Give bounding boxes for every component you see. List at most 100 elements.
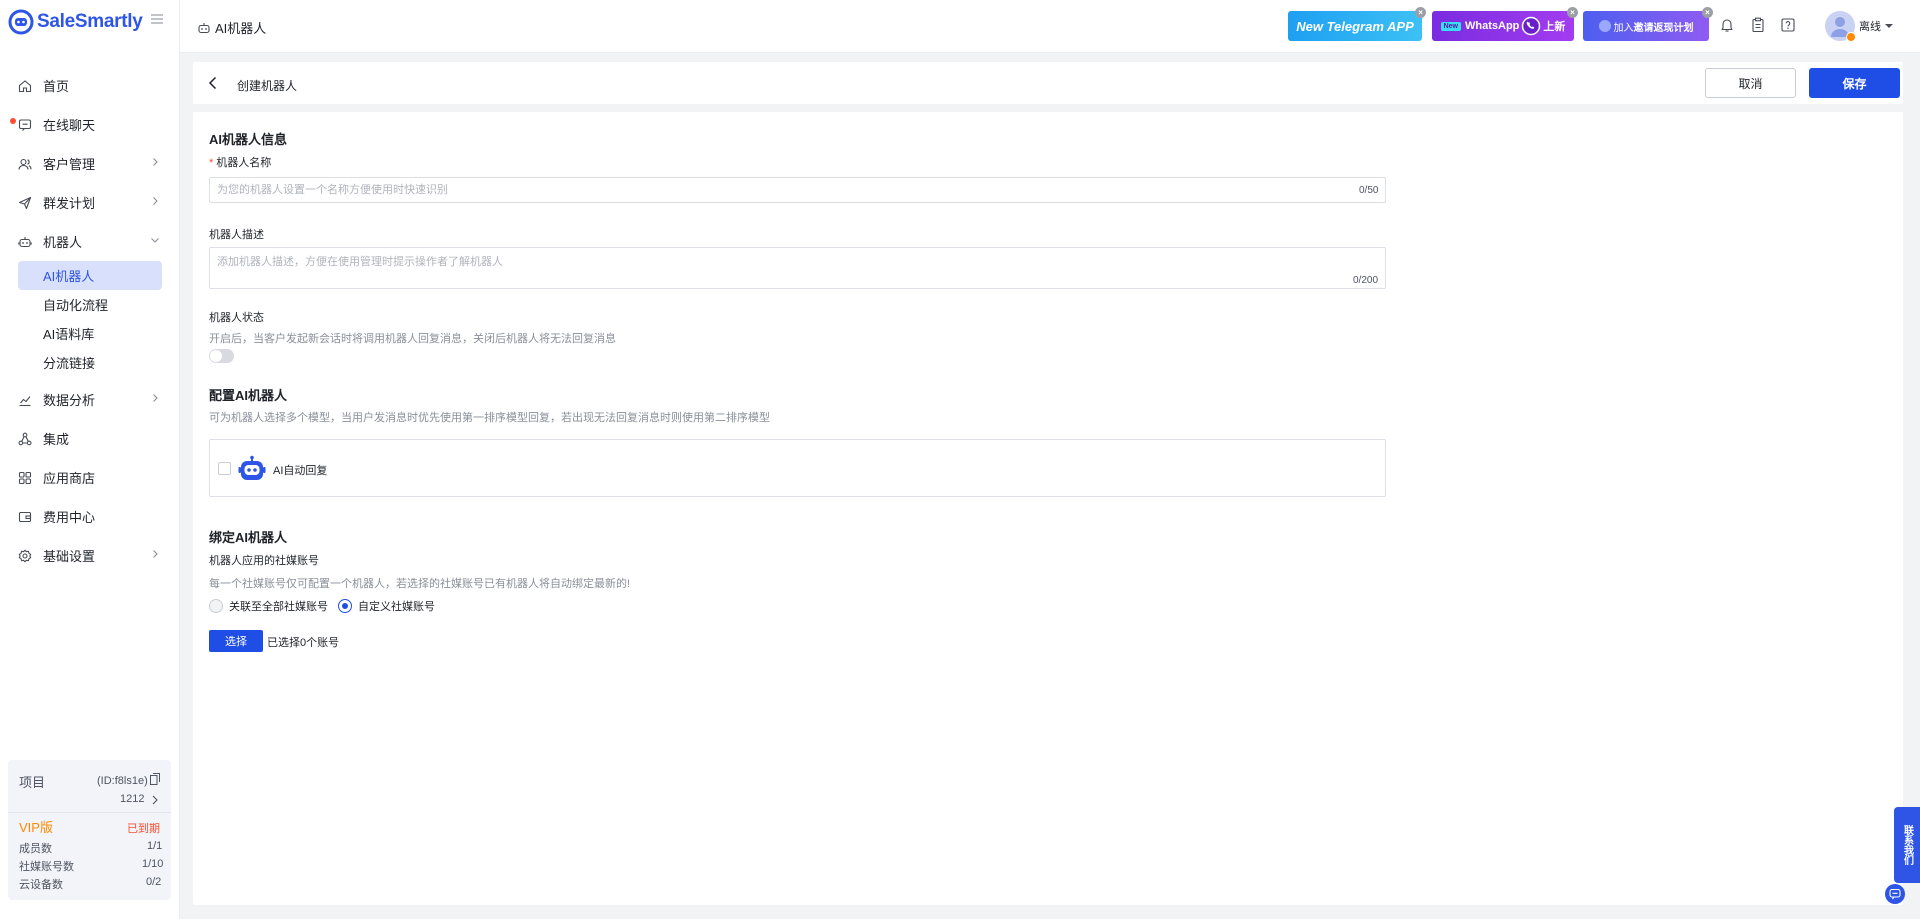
radio-circle: [209, 599, 223, 613]
wallet-icon: [18, 511, 32, 522]
chevron-right-icon: [153, 394, 158, 402]
description-char-counter: 0/200: [1353, 275, 1379, 286]
sidebar-subitem-ai-robot[interactable]: AI机器人: [18, 261, 162, 290]
model-option[interactable]: AI自动回复: [209, 439, 1386, 497]
robot-icon: [18, 236, 32, 247]
apps-icon: [18, 471, 32, 484]
logo-icon: [8, 9, 34, 35]
robot-description-textarea[interactable]: [209, 247, 1386, 289]
sidebar-item-chat[interactable]: 在线聊天: [0, 105, 180, 144]
radio-all-accounts[interactable]: 关联至全部社媒账号: [209, 598, 328, 614]
chart-icon: [19, 395, 31, 406]
cancel-button[interactable]: 取消: [1705, 68, 1796, 98]
sidebar-item-label: 基础设置: [43, 549, 96, 564]
help-icon[interactable]: [1780, 17, 1796, 33]
telegram-promo-banner[interactable]: New Telegram APP ×: [1288, 7, 1426, 41]
chevron-right-icon: [153, 158, 158, 166]
invite-promo-banner[interactable]: 加入 邀请返现计划 ×: [1583, 7, 1713, 41]
field-label-accounts: 机器人应用的社媒账号: [209, 555, 319, 567]
sidebar-item-broadcast[interactable]: 群发计划: [0, 183, 180, 222]
form-panel: AI机器人信息 *机器人名称 0/50 机器人描述 0/200 机器人状态 开启…: [193, 112, 1903, 905]
copy-icon[interactable]: [150, 773, 160, 785]
menu-collapse-icon[interactable]: [150, 12, 164, 26]
project-name: 1212: [120, 793, 145, 805]
plan-status-badge: 已到期: [127, 823, 160, 835]
sidebar-item-label: 机器人: [43, 235, 83, 250]
new-badge: New: [1440, 21, 1461, 31]
stat-label: 成员数: [19, 843, 52, 855]
field-label-name: * 机器人名称: [209, 154, 271, 170]
caret-down-icon: [1885, 24, 1893, 28]
page-title: AI机器人: [197, 18, 266, 37]
close-icon[interactable]: ×: [1567, 7, 1578, 18]
required-mark: *: [209, 157, 214, 169]
field-label-status: 机器人状态: [209, 312, 264, 324]
sidebar-item-home[interactable]: 首页: [0, 66, 180, 105]
save-button[interactable]: 保存: [1809, 68, 1900, 98]
user-status-text: 离线: [1859, 21, 1881, 33]
stat-label: 社媒账号数: [19, 861, 74, 873]
chat-icon: [18, 118, 32, 131]
stat-label: 云设备数: [19, 879, 63, 891]
project-id: (ID:f8ls1e): [97, 775, 148, 787]
radio-custom-accounts[interactable]: 自定义社媒账号: [338, 598, 435, 614]
sidebar-subitem-automation[interactable]: 自动化流程: [18, 290, 162, 319]
sidebar-subitem-ai-corpus[interactable]: AI语料库: [18, 319, 162, 348]
sidebar-item-label: 在线聊天: [43, 118, 96, 133]
sidebar-item-billing[interactable]: 费用中心: [0, 497, 180, 536]
whatsapp-promo-banner[interactable]: New WhatsApp 上新 ×: [1432, 7, 1578, 41]
invite-promo-prefix: 加入: [1613, 22, 1634, 34]
project-card[interactable]: 项目 (ID:f8ls1e) 1212 VIP版 已到期 成员数 1/1 社媒账…: [8, 760, 171, 900]
model-name: AI自动回复: [273, 465, 328, 477]
back-arrow-icon[interactable]: [205, 75, 221, 91]
chevron-right-icon: [152, 795, 158, 805]
sidebar-item-analytics[interactable]: 数据分析: [0, 380, 180, 419]
ai-bot-icon: [238, 455, 266, 480]
section-title-info: AI机器人信息: [209, 132, 288, 147]
contact-us-tab[interactable]: 联系我们: [1894, 807, 1920, 883]
unread-dot: [10, 118, 16, 124]
account-scope-radio-group: 关联至全部社媒账号 自定义社媒账号: [209, 598, 445, 614]
sidebar-item-app-store[interactable]: 应用商店: [0, 458, 180, 497]
select-accounts-button[interactable]: 选择: [209, 630, 263, 652]
chat-bubble-button[interactable]: [1885, 884, 1905, 904]
users-icon: [18, 158, 32, 170]
radio-label: 自定义社媒账号: [358, 601, 435, 613]
form-header: 创建机器人 取消 保存: [193, 62, 1903, 104]
sidebar-item-integration[interactable]: 集成: [0, 419, 180, 458]
send-icon: [18, 196, 32, 209]
sidebar-item-customers[interactable]: 客户管理: [0, 144, 180, 183]
telegram-promo-text: New Telegram APP: [1296, 18, 1414, 34]
coin-icon: [1598, 20, 1611, 32]
sidebar-item-label: 应用商店: [43, 471, 96, 486]
close-icon[interactable]: ×: [1415, 7, 1426, 18]
bell-icon[interactable]: [1719, 17, 1735, 33]
close-icon[interactable]: ×: [1702, 7, 1713, 18]
sidebar-nav: 首页 在线聊天 客户管理 群发计划 机器人 AI机器人 自动化流程 AI语料库 …: [0, 66, 180, 575]
page-title-text: AI机器人: [215, 21, 267, 36]
whatsapp-promo-suffix: 上新: [1543, 21, 1566, 33]
plan-label: VIP版: [19, 820, 53, 835]
field-label-description: 机器人描述: [209, 229, 264, 241]
home-icon: [18, 79, 32, 92]
robot-name-input[interactable]: [209, 177, 1386, 203]
whatsapp-icon: [1522, 16, 1541, 36]
brand-logo[interactable]: SaleSmartly: [8, 8, 143, 36]
status-dot: [1846, 32, 1856, 42]
sidebar-item-label: 群发计划: [43, 196, 96, 211]
chevron-right-icon: [153, 550, 158, 558]
model-checkbox[interactable]: [218, 462, 231, 475]
whatsapp-promo-text: WhatsApp: [1465, 20, 1520, 32]
clipboard-icon[interactable]: [1750, 17, 1766, 33]
sidebar-item-label: 客户管理: [43, 157, 96, 172]
sidebar-item-robot[interactable]: 机器人: [0, 222, 180, 261]
stat-value: 1/10: [142, 858, 164, 870]
sidebar-item-settings[interactable]: 基础设置: [0, 536, 180, 575]
chevron-right-icon: [153, 197, 158, 205]
user-menu[interactable]: 离线: [1825, 11, 1893, 42]
sidebar-subitem-split-link[interactable]: 分流链接: [18, 348, 162, 377]
robot-status-toggle[interactable]: [209, 349, 234, 363]
stat-value: 0/2: [146, 876, 162, 888]
selected-accounts-count: 已选择0个账号: [267, 637, 340, 649]
form-title: 创建机器人: [237, 79, 298, 93]
